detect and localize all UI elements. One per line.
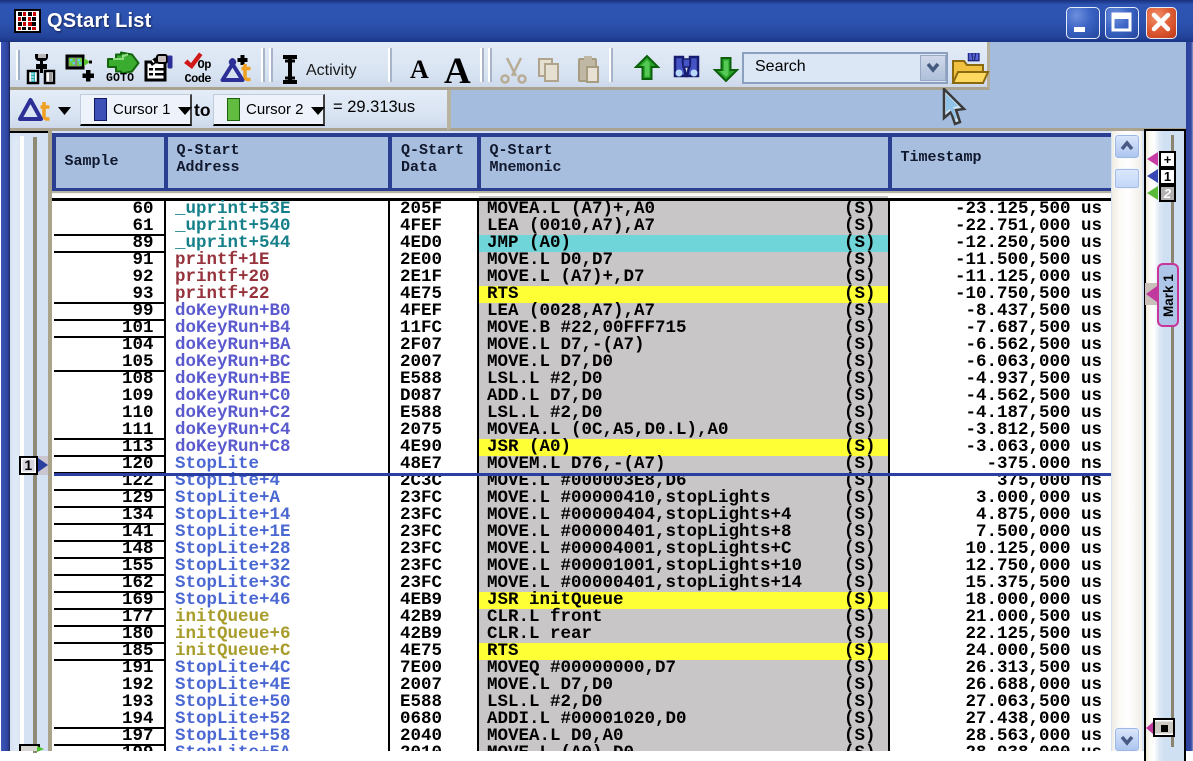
svg-text:Activity: Activity [306,62,357,79]
svg-text:Op: Op [198,58,212,72]
svg-text:A: A [444,51,471,87]
svg-text:A: A [410,55,429,84]
svg-text:GOTO: GOTO [106,72,134,85]
svg-text:to: to [194,100,211,120]
svg-text:Code: Code [185,72,212,86]
